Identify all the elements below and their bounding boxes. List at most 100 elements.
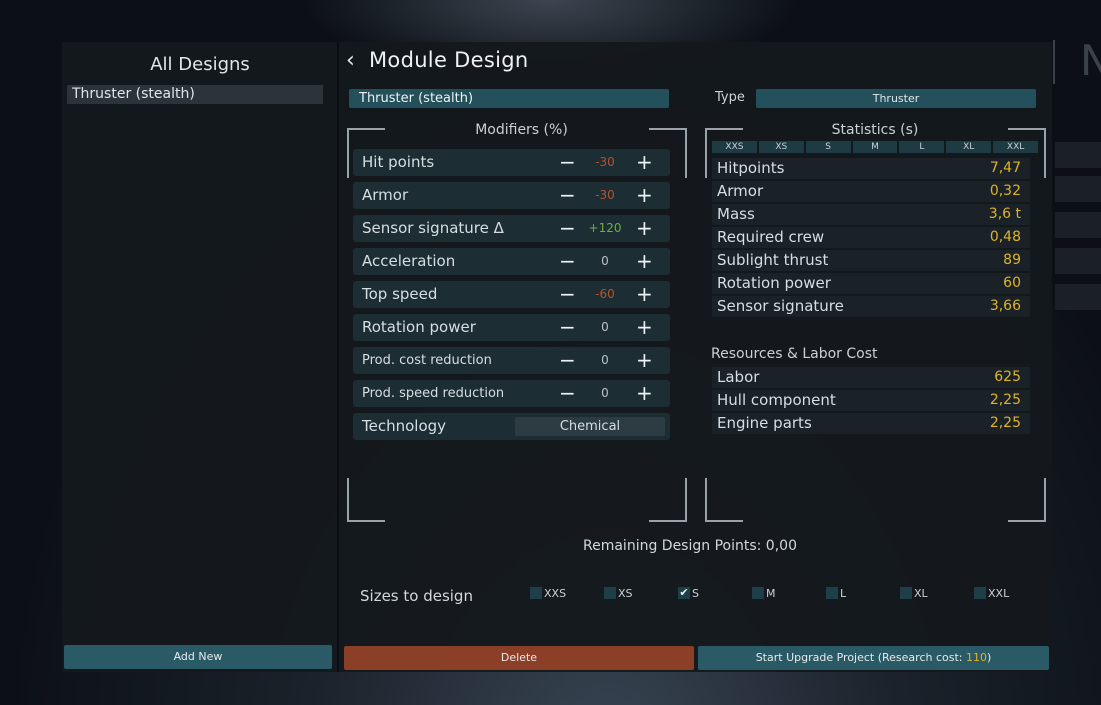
modifier-value: 0 [601, 353, 609, 367]
modifier-value: 0 [601, 320, 609, 334]
resource-row: Engine parts 2,25 [712, 413, 1030, 434]
stat-value: 3,6 t [988, 206, 1021, 222]
modifier-row-hit-points: Hit points − -30 + [353, 149, 670, 176]
stat-value: 89 [1003, 252, 1021, 268]
background-row [1055, 212, 1101, 238]
size-checkbox-xs[interactable]: XS [604, 587, 633, 601]
modifier-value: +120 [588, 221, 622, 235]
background-row [1055, 284, 1101, 310]
frame-line [705, 478, 707, 522]
size-tab-m[interactable]: M [852, 141, 898, 153]
page-title: Module Design [369, 48, 529, 72]
minus-button[interactable]: − [559, 314, 576, 341]
checkbox-label: M [766, 587, 776, 600]
modifier-label: Prod. speed reduction [362, 386, 505, 401]
add-new-button[interactable]: Add New [64, 645, 332, 669]
checkbox-icon[interactable] [604, 587, 616, 599]
all-designs-title: All Designs [150, 54, 250, 75]
modifier-row-armor: Armor − -30 + [353, 182, 670, 209]
size-checkbox-xl[interactable]: XL [900, 587, 928, 601]
modifier-row-prod-speed-reduction: Prod. speed reduction − 0 + [353, 380, 670, 407]
sizes-to-design-label: Sizes to design [360, 587, 473, 605]
size-tab-xxl[interactable]: XXL [993, 141, 1039, 153]
statistics-title: Statistics (s) [831, 122, 919, 138]
stat-value: 0,32 [989, 183, 1021, 199]
plus-button[interactable]: + [636, 248, 653, 275]
stat-label: Required crew [717, 228, 825, 246]
stat-row: Mass 3,6 t [712, 204, 1030, 225]
upgrade-label: Start Upgrade Project (Research cost: [755, 651, 966, 664]
type-label: Type [715, 90, 745, 105]
size-tab-xl[interactable]: XL [946, 141, 992, 153]
technology-dropdown[interactable]: Chemical [515, 417, 665, 436]
stat-row: Hitpoints 7,47 [712, 158, 1030, 179]
minus-button[interactable]: − [559, 215, 576, 242]
background-window-title: N [1080, 36, 1101, 85]
checkbox-label: XL [914, 587, 928, 600]
resource-label: Hull component [717, 391, 836, 409]
modifier-row-acceleration: Acceleration − 0 + [353, 248, 670, 275]
minus-button[interactable]: − [559, 380, 576, 407]
frame-line [347, 478, 349, 522]
stat-label: Sensor signature [717, 297, 844, 315]
design-list-item[interactable]: Thruster (stealth) [67, 85, 323, 104]
plus-button[interactable]: + [636, 380, 653, 407]
resource-value: 2,25 [989, 392, 1021, 408]
modifier-label: Rotation power [362, 318, 476, 336]
minus-button[interactable]: − [559, 347, 576, 374]
checkbox-icon[interactable] [974, 587, 986, 599]
chevron-left-icon[interactable]: ‹ [346, 48, 355, 73]
modifier-value: 0 [601, 386, 609, 400]
size-checkbox-s[interactable]: ✔ S [678, 587, 699, 601]
checkbox-icon[interactable] [530, 587, 542, 599]
modifier-value: -30 [595, 155, 615, 169]
size-checkbox-xxs[interactable]: XXS [530, 587, 566, 601]
frame-line [1044, 128, 1046, 178]
frame-line [705, 128, 707, 178]
frame-line [1044, 478, 1046, 522]
modifier-value: -30 [595, 188, 615, 202]
modifier-label: Sensor signature Δ [362, 219, 504, 237]
size-tab-s[interactable]: S [805, 141, 851, 153]
design-name-input[interactable]: Thruster (stealth) [349, 89, 669, 108]
background-window-edge [1053, 40, 1055, 84]
plus-button[interactable]: + [636, 314, 653, 341]
size-checkbox-l[interactable]: L [826, 587, 846, 601]
modifier-value: 0 [601, 254, 609, 268]
plus-button[interactable]: + [636, 347, 653, 374]
checkbox-icon[interactable]: ✔ [678, 587, 690, 599]
size-tab-l[interactable]: L [899, 141, 945, 153]
minus-button[interactable]: − [559, 248, 576, 275]
stat-value: 3,66 [989, 298, 1021, 314]
remaining-design-points: Remaining Design Points: 0,00 [583, 538, 797, 554]
plus-button[interactable]: + [636, 149, 653, 176]
resource-value: 2,25 [989, 415, 1021, 431]
plus-button[interactable]: + [636, 182, 653, 209]
size-tab-xxs[interactable]: XXS [712, 141, 757, 153]
stat-row: Required crew 0,48 [712, 227, 1030, 248]
plus-button[interactable]: + [636, 281, 653, 308]
checkbox-label: XXL [988, 587, 1010, 600]
checkbox-icon[interactable] [752, 587, 764, 599]
resource-row: Labor 625 [712, 367, 1030, 388]
minus-button[interactable]: − [559, 281, 576, 308]
minus-button[interactable]: − [559, 149, 576, 176]
stat-label: Sublight thrust [717, 251, 829, 269]
checkbox-icon[interactable] [826, 587, 838, 599]
background-row [1055, 248, 1101, 274]
type-dropdown[interactable]: Thruster [756, 89, 1036, 108]
plus-button[interactable]: + [636, 215, 653, 242]
start-upgrade-project-button[interactable]: Start Upgrade Project (Research cost: 11… [698, 646, 1049, 670]
size-tab-xs[interactable]: XS [758, 141, 804, 153]
delete-button[interactable]: Delete [344, 646, 694, 670]
minus-button[interactable]: − [559, 182, 576, 209]
statistics-size-tabs: XXS XS S M L XL XXL [712, 141, 1039, 153]
technology-label: Technology [362, 417, 447, 435]
checkbox-label: XXS [544, 587, 567, 600]
resource-label: Engine parts [717, 414, 812, 432]
size-checkbox-m[interactable]: M [752, 587, 776, 601]
size-checkbox-xxl[interactable]: XXL [974, 587, 1009, 601]
checkbox-label: L [840, 587, 847, 600]
checkbox-icon[interactable] [900, 587, 912, 599]
resource-row: Hull component 2,25 [712, 390, 1030, 411]
